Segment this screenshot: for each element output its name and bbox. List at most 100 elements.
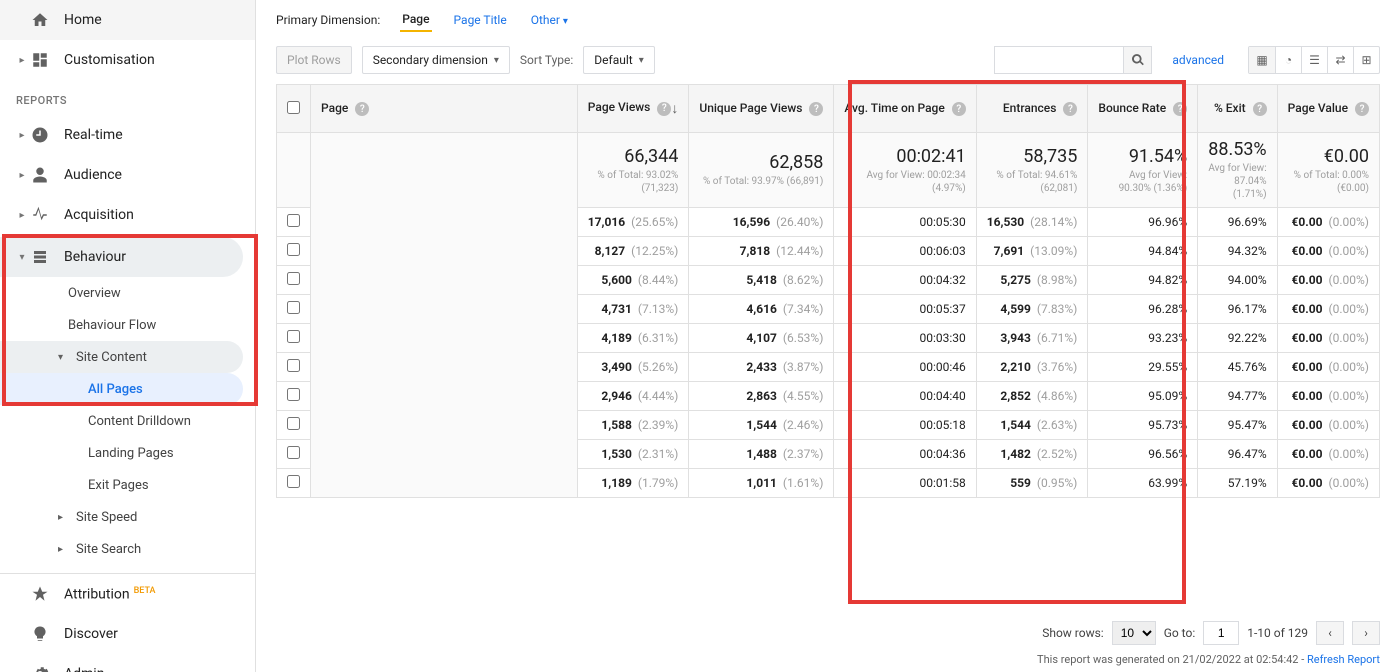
col-unique-page-views[interactable]: Unique Page Views ? xyxy=(689,85,834,133)
nav-audience[interactable]: ▸ Audience xyxy=(0,155,255,195)
help-icon[interactable]: ? xyxy=(1355,102,1369,116)
advanced-link[interactable]: advanced xyxy=(1172,53,1224,67)
cell-entrances: 559(0.95%) xyxy=(976,469,1088,498)
cell-exit: 92.22% xyxy=(1198,324,1277,353)
nav-customisation[interactable]: ▸ Customisation xyxy=(0,40,255,80)
view-table-button[interactable]: ▦ xyxy=(1249,47,1275,73)
nav-discover[interactable]: Discover xyxy=(0,614,255,654)
col-exit[interactable]: % Exit ? xyxy=(1198,85,1277,133)
chevron-down-icon: ▾ xyxy=(58,352,70,363)
help-icon[interactable]: ? xyxy=(657,102,671,116)
cell-entrances: 7,691(13.09%) xyxy=(976,237,1088,266)
cell-page-views: 5,600(8.44%) xyxy=(577,266,689,295)
cell-exit: 94.00% xyxy=(1198,266,1277,295)
row-checkbox[interactable] xyxy=(287,301,300,314)
chevron-right-icon: ▸ xyxy=(16,210,28,221)
view-pivot-button[interactable]: ⊞ xyxy=(1353,47,1379,73)
cell-avg-time: 00:04:40 xyxy=(834,382,976,411)
refresh-report-link[interactable]: Refresh Report xyxy=(1307,653,1380,666)
col-page[interactable]: Page ? xyxy=(311,85,578,133)
col-page-value[interactable]: Page Value ? xyxy=(1277,85,1379,133)
row-checkbox[interactable] xyxy=(287,417,300,430)
nav-behaviour[interactable]: ▾ Behaviour xyxy=(0,237,243,277)
sub-exit-pages[interactable]: Exit Pages xyxy=(0,469,255,501)
row-checkbox[interactable] xyxy=(287,243,300,256)
table-toolbar: Plot Rows Secondary dimension▾ Sort Type… xyxy=(256,40,1400,84)
cell-unique: 1,488(2.37%) xyxy=(689,440,834,469)
cell-avg-time: 00:00:46 xyxy=(834,353,976,382)
bars-icon: ☰ xyxy=(1309,53,1320,67)
sub-site-search[interactable]: ▸Site Search xyxy=(0,533,255,565)
cell-unique: 1,544(2.46%) xyxy=(689,411,834,440)
sub-behaviour-flow[interactable]: Behaviour Flow xyxy=(0,309,255,341)
sub-landing-pages[interactable]: Landing Pages xyxy=(0,437,255,469)
prev-page-button[interactable]: ‹ xyxy=(1316,621,1344,645)
compare-icon: ⇄ xyxy=(1335,53,1345,67)
sort-type-button[interactable]: Default▾ xyxy=(583,46,654,74)
cell-exit: 45.76% xyxy=(1198,353,1277,382)
row-checkbox[interactable] xyxy=(287,446,300,459)
row-checkbox[interactable] xyxy=(287,475,300,488)
cell-page-views: 4,189(6.31%) xyxy=(577,324,689,353)
cell-bounce: 96.28% xyxy=(1088,295,1198,324)
row-checkbox[interactable] xyxy=(287,359,300,372)
help-icon[interactable]: ? xyxy=(809,102,823,116)
sub-site-content[interactable]: ▾ Site Content xyxy=(0,341,243,373)
sub-all-pages[interactable]: All Pages xyxy=(0,373,243,405)
col-avg-time[interactable]: Avg. Time on Page ? xyxy=(834,85,976,133)
header-checkbox xyxy=(277,85,311,133)
sub-content-drilldown[interactable]: Content Drilldown xyxy=(0,405,255,437)
select-all-checkbox[interactable] xyxy=(287,101,300,114)
nav-acquisition[interactable]: ▸ Acquisition xyxy=(0,195,255,235)
cell-unique: 2,863(4.55%) xyxy=(689,382,834,411)
chevron-right-icon: ▸ xyxy=(16,55,28,66)
view-pie-button[interactable]: ◔ xyxy=(1275,47,1301,73)
secondary-dimension-button[interactable]: Secondary dimension▾ xyxy=(362,46,510,74)
sub-site-speed[interactable]: ▸Site Speed xyxy=(0,501,255,533)
cell-exit: 94.32% xyxy=(1198,237,1277,266)
col-page-views[interactable]: Page Views ? ↓ xyxy=(577,85,689,133)
row-checkbox[interactable] xyxy=(287,272,300,285)
sort-desc-icon: ↓ xyxy=(671,100,678,117)
help-icon[interactable]: ? xyxy=(952,102,966,116)
summary-page-views: 66,344% of Total: 93.02% (71,323) xyxy=(577,133,689,208)
cell-bounce: 94.82% xyxy=(1088,266,1198,295)
summary-exit: 88.53%Avg for View: 87.04% (1.71%) xyxy=(1198,133,1277,208)
help-icon[interactable]: ? xyxy=(1173,102,1187,116)
cell-unique: 5,418(8.62%) xyxy=(689,266,834,295)
col-entrances[interactable]: Entrances ? xyxy=(976,85,1088,133)
primary-dimension-row: Primary Dimension: Page Page Title Other… xyxy=(256,0,1400,40)
row-checkbox[interactable] xyxy=(287,388,300,401)
nav-admin[interactable]: Admin xyxy=(0,654,255,672)
nav-label: Customisation xyxy=(64,52,155,68)
nav-attribution[interactable]: AttributionBETA xyxy=(0,574,255,614)
row-checkbox[interactable] xyxy=(287,214,300,227)
cell-value: €0.00(0.00%) xyxy=(1277,324,1379,353)
next-page-button[interactable]: › xyxy=(1352,621,1380,645)
view-bars-button[interactable]: ☰ xyxy=(1301,47,1327,73)
help-icon[interactable]: ? xyxy=(1253,102,1267,116)
plot-rows-button[interactable]: Plot Rows xyxy=(276,46,352,74)
search-button[interactable] xyxy=(1124,46,1152,74)
view-comparison-button[interactable]: ⇄ xyxy=(1327,47,1353,73)
cell-bounce: 95.09% xyxy=(1088,382,1198,411)
goto-input[interactable] xyxy=(1203,621,1239,645)
search-input[interactable] xyxy=(994,46,1124,74)
tab-other[interactable]: Other ▾ xyxy=(529,9,570,31)
sub-overview[interactable]: Overview xyxy=(0,277,255,309)
row-checkbox[interactable] xyxy=(287,330,300,343)
help-icon[interactable]: ? xyxy=(1063,102,1077,116)
nav-realtime[interactable]: ▸ Real-time xyxy=(0,115,255,155)
reports-header: REPORTS xyxy=(0,80,255,115)
help-icon[interactable]: ? xyxy=(355,102,369,116)
page-column-redacted xyxy=(311,133,578,498)
chevron-right-icon: ▸ xyxy=(16,170,28,181)
nav-label: Acquisition xyxy=(64,207,134,223)
tab-page[interactable]: Page xyxy=(400,8,431,32)
nav-home[interactable]: Home xyxy=(0,0,255,40)
cell-exit: 96.69% xyxy=(1198,208,1277,237)
tab-page-title[interactable]: Page Title xyxy=(452,9,509,31)
col-bounce-rate[interactable]: Bounce Rate ? xyxy=(1088,85,1198,133)
show-rows-select[interactable]: 10 xyxy=(1112,621,1156,645)
search-icon xyxy=(1131,53,1145,67)
